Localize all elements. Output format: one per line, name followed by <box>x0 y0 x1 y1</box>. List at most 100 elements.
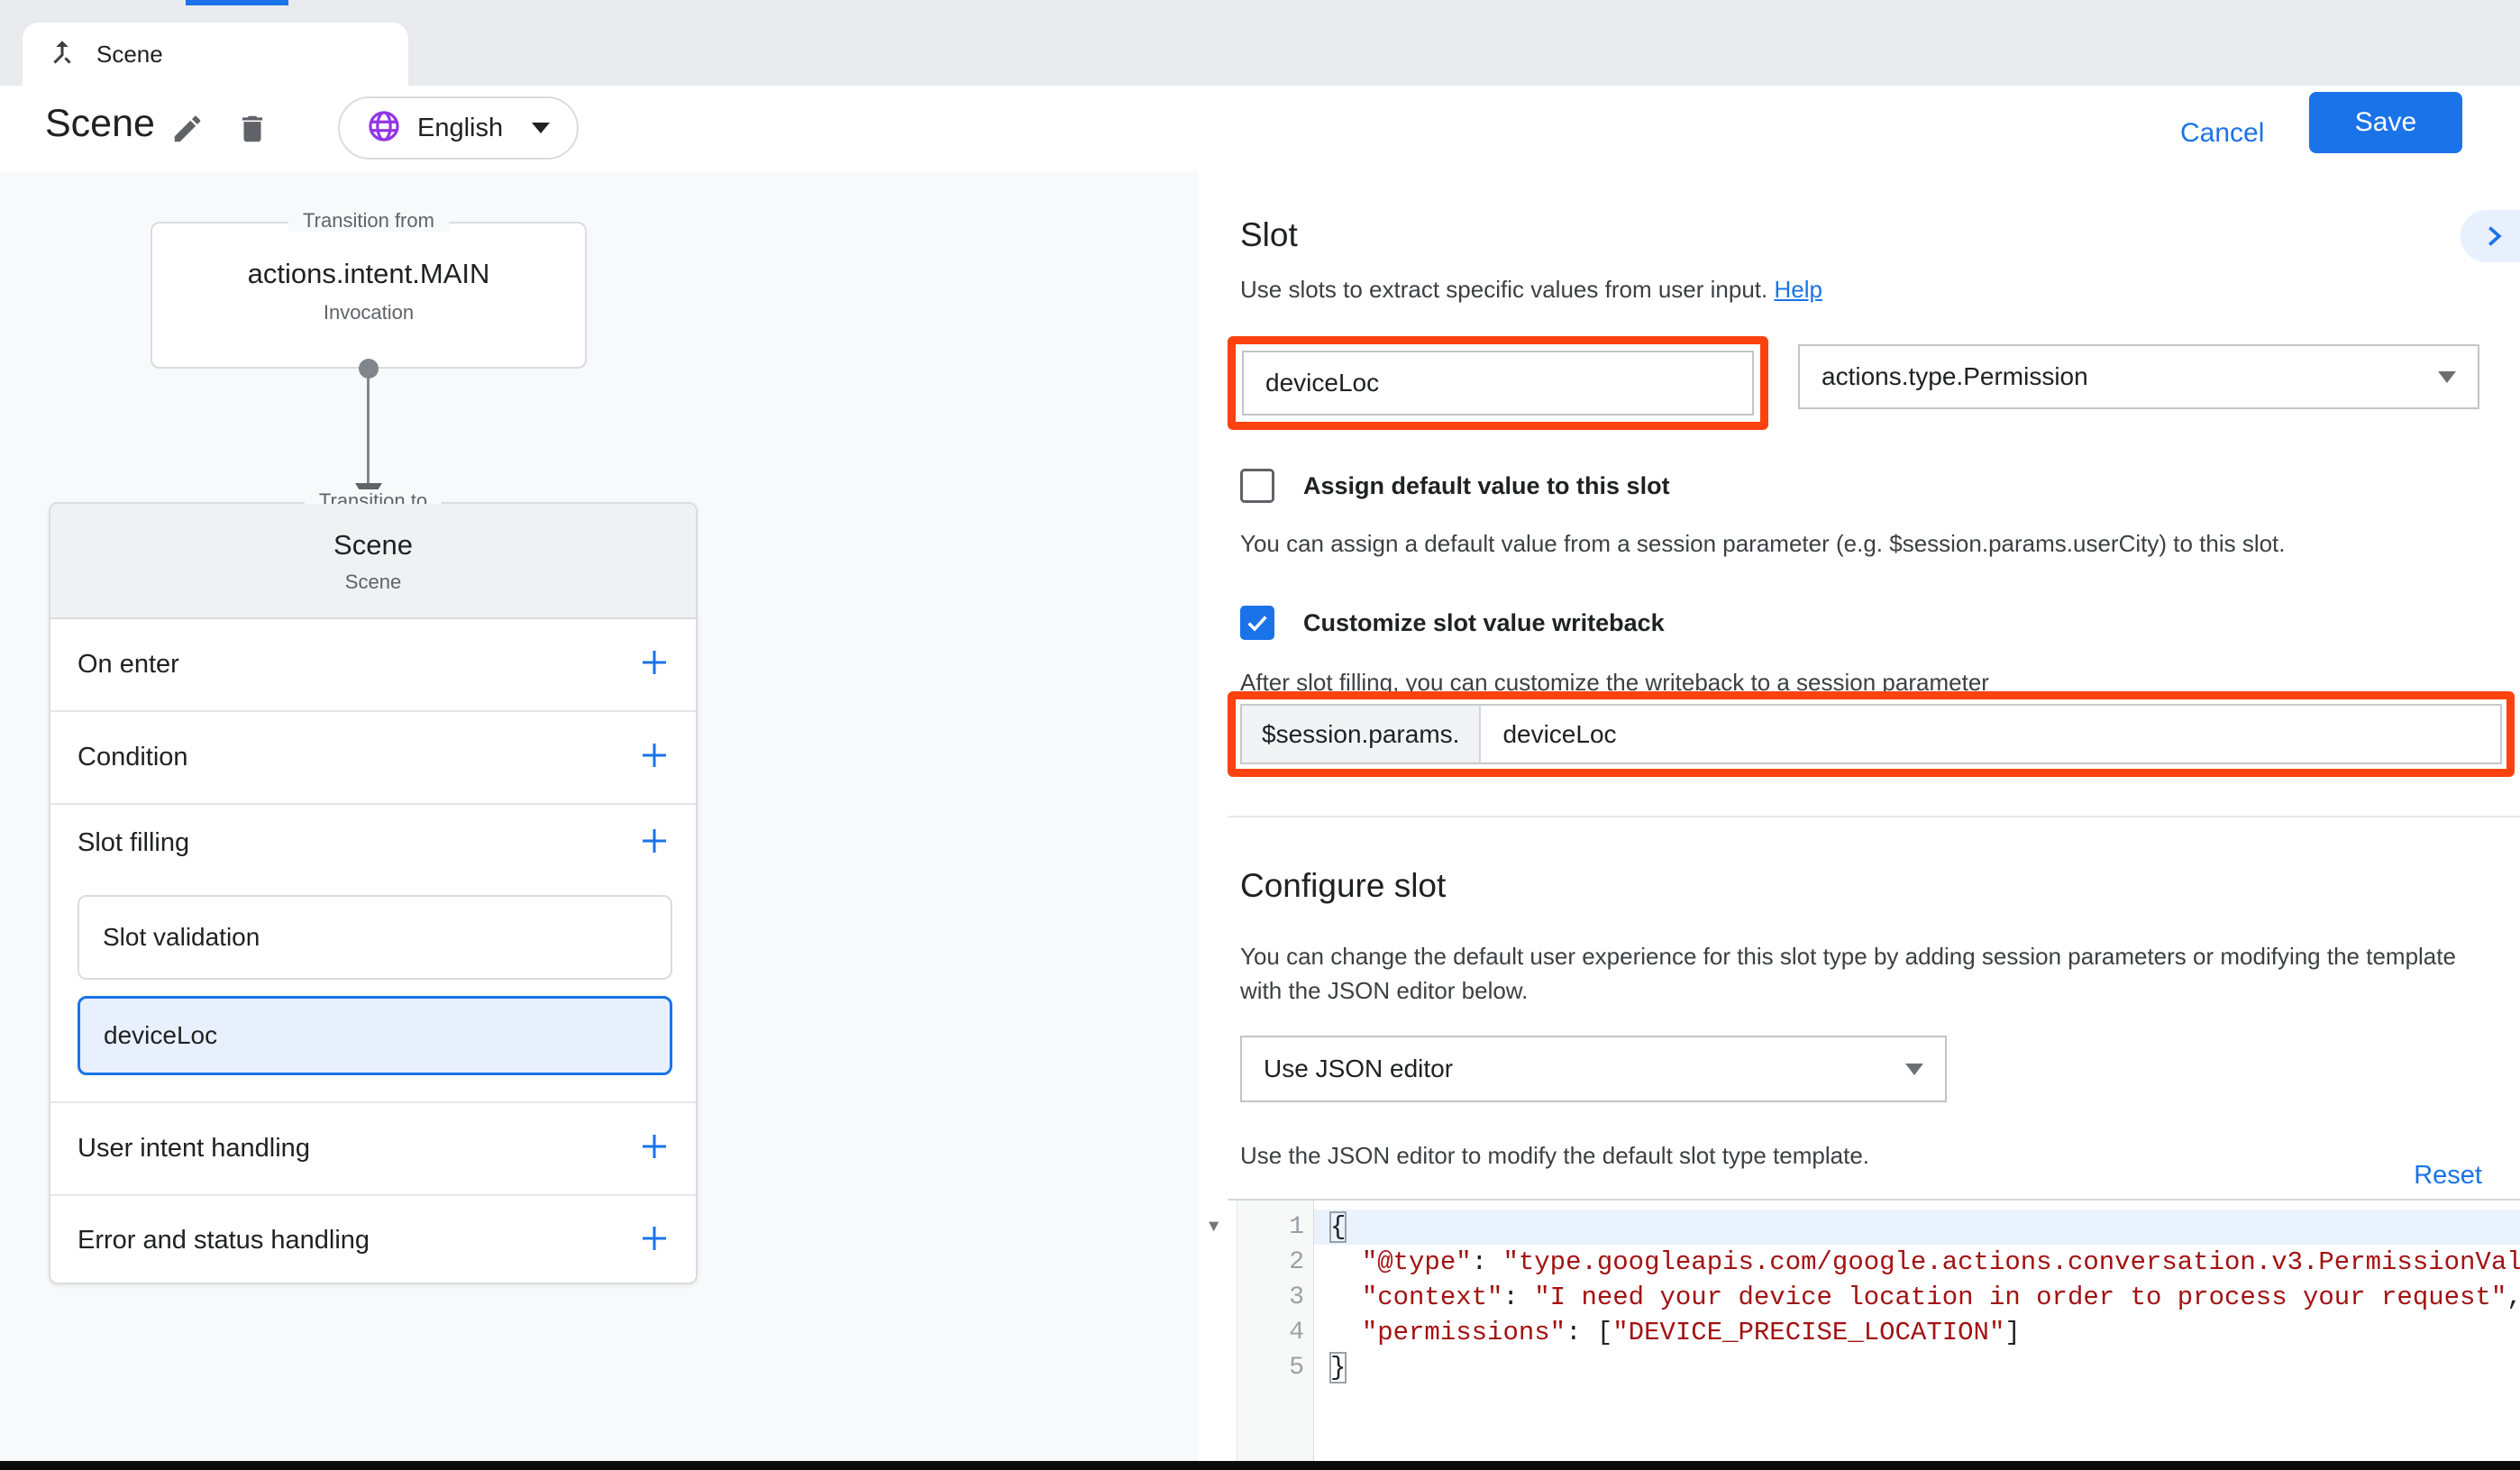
line-number: 5 <box>1237 1350 1313 1385</box>
assign-default-row[interactable]: Assign default value to this slot <box>1240 469 1670 503</box>
dropdown-arrow-icon <box>1905 1064 1923 1075</box>
help-link[interactable]: Help <box>1774 276 1822 303</box>
header: Scene English Cancel Save <box>0 86 2520 173</box>
assign-default-label: Assign default value to this slot <box>1303 472 1670 500</box>
writeback-value-input[interactable]: deviceLoc <box>1481 706 2500 762</box>
add-slot-button[interactable] <box>636 823 672 863</box>
configure-slot-heading: Configure slot <box>1240 867 1446 905</box>
connector-line <box>367 377 370 485</box>
assign-default-checkbox[interactable] <box>1240 469 1274 503</box>
json-value: "type.googleapis.com/google.actions.conv… <box>1502 1247 2520 1277</box>
scene-type: Scene <box>50 571 696 594</box>
code-line-1: { <box>1314 1210 2520 1245</box>
intent-type: Invocation <box>152 301 585 324</box>
save-button[interactable]: Save <box>2309 92 2462 153</box>
add-condition-button[interactable] <box>636 737 672 778</box>
language-value: English <box>417 114 503 143</box>
slot-validation-item[interactable]: Slot validation <box>78 895 672 980</box>
scene-name: Scene <box>50 529 696 562</box>
slot-type-value: actions.type.Permission <box>1822 362 2088 391</box>
bottom-edge-bar <box>0 1461 2520 1470</box>
section-divider <box>1228 816 2520 817</box>
row-on-enter[interactable]: On enter <box>50 619 696 712</box>
slot-item-label: deviceLoc <box>104 1021 217 1050</box>
editor-body: Transition from actions.intent.MAIN Invo… <box>0 171 2520 1461</box>
slot-name-value: deviceLoc <box>1265 369 1379 397</box>
json-punct: : <box>1472 1247 1503 1277</box>
slot-type-dropdown[interactable]: actions.type.Permission <box>1798 344 2479 409</box>
row-error-handling[interactable]: Error and status handling <box>50 1196 696 1284</box>
on-enter-label: On enter <box>78 650 179 680</box>
line-number: 4 <box>1237 1315 1313 1350</box>
pencil-icon <box>170 112 205 146</box>
edit-scene-button[interactable] <box>168 109 207 149</box>
editor-mode-dropdown[interactable]: Use JSON editor <box>1240 1036 1947 1102</box>
fold-arrow-icon[interactable]: ▼ <box>1209 1217 1219 1237</box>
add-on-enter-button[interactable] <box>636 644 672 685</box>
editor-gutter: ▼ 1 2 3 4 5 <box>1237 1201 1314 1463</box>
editor-code-area[interactable]: { .."@type": "type.googleapis.com/google… <box>1314 1201 2520 1463</box>
plus-icon <box>636 823 672 859</box>
slot-description-text: Use slots to extract specific values fro… <box>1240 276 1767 303</box>
code-line-4: .."permissions": ["DEVICE_PRECISE_LOCATI… <box>1314 1315 2520 1350</box>
language-selector[interactable]: English <box>338 96 579 160</box>
add-intent-button[interactable] <box>636 1128 672 1169</box>
row-slot-filling[interactable]: Slot filling <box>50 805 696 881</box>
slot-name-annotation: deviceLoc <box>1228 336 1768 430</box>
writeback-row[interactable]: Customize slot value writeback <box>1240 606 1665 640</box>
chevron-down-icon <box>532 123 550 133</box>
page-title: Scene <box>45 102 155 146</box>
json-punct: : [ <box>1566 1318 1612 1347</box>
slot-item-deviceloc[interactable]: deviceLoc <box>78 996 672 1075</box>
code-line-3: .."context": "I need your device locatio… <box>1314 1280 2520 1315</box>
slot-filling-label: Slot filling <box>78 828 189 858</box>
writeback-annotation: $session.params. deviceLoc <box>1228 691 2515 777</box>
slot-heading: Slot <box>1240 216 1298 254</box>
row-user-intent-handling[interactable]: User intent handling <box>50 1103 696 1196</box>
slot-name-input[interactable]: deviceLoc <box>1242 351 1754 415</box>
collapse-panel-button[interactable] <box>2461 210 2520 262</box>
connector-dot <box>359 359 379 379</box>
delete-scene-button[interactable] <box>233 109 272 149</box>
dropdown-arrow-icon <box>2438 371 2456 383</box>
plus-icon <box>636 737 672 773</box>
tab-bar: Scene <box>0 0 2520 86</box>
tab-label: Scene <box>96 41 163 68</box>
transition-to-card: Transition to Scene Scene On enter Condi… <box>49 502 698 1284</box>
writeback-field[interactable]: $session.params. deviceLoc <box>1240 704 2502 764</box>
slot-description: Use slots to extract specific values fro… <box>1240 276 1822 304</box>
user-intent-label: User intent handling <box>78 1134 310 1164</box>
json-value: "I need your device location in order to… <box>1534 1283 2506 1312</box>
flow-canvas: Transition from actions.intent.MAIN Invo… <box>0 171 1199 1461</box>
plus-icon <box>636 1128 672 1164</box>
condition-label: Condition <box>78 743 188 772</box>
session-params-prefix: $session.params. <box>1242 706 1481 762</box>
globe-icon <box>367 109 401 148</box>
add-error-handler-button[interactable] <box>636 1220 672 1261</box>
scene-editor-app: Scene Scene English Cancel Save <box>0 0 2520 1470</box>
trash-icon <box>235 112 269 146</box>
json-editor[interactable]: ▼ 1 2 3 4 5 { .."@type": "type.googleapi… <box>1228 1199 2520 1463</box>
transition-from-legend: Transition from <box>288 209 449 233</box>
open-brace: { <box>1330 1212 1346 1242</box>
transition-from-node[interactable]: Transition from actions.intent.MAIN Invo… <box>151 222 587 369</box>
editor-mode-value: Use JSON editor <box>1264 1055 1453 1083</box>
chevron-right-icon <box>2481 224 2506 249</box>
json-punct: , <box>2506 1283 2520 1312</box>
reset-link[interactable]: Reset <box>2414 1161 2482 1191</box>
scene-node-header[interactable]: Scene Scene <box>50 504 696 619</box>
configure-slot-description: You can change the default user experien… <box>1240 939 2502 1008</box>
error-handling-label: Error and status handling <box>78 1226 370 1255</box>
writeback-checkbox[interactable] <box>1240 606 1274 640</box>
cancel-button[interactable]: Cancel <box>2180 118 2264 149</box>
row-condition[interactable]: Condition <box>50 712 696 805</box>
json-value: "DEVICE_PRECISE_LOCATION" <box>1612 1318 2004 1347</box>
check-icon <box>1245 610 1270 635</box>
code-line-2: .."@type": "type.googleapis.com/google.a… <box>1314 1245 2520 1280</box>
line-number: 1 <box>1237 1210 1313 1245</box>
plus-icon <box>636 1220 672 1256</box>
assign-default-description: You can assign a default value from a se… <box>1240 530 2286 558</box>
tab-scene[interactable]: Scene <box>23 23 408 86</box>
json-punct: ] <box>2004 1318 2020 1347</box>
line-number: 3 <box>1237 1280 1313 1315</box>
